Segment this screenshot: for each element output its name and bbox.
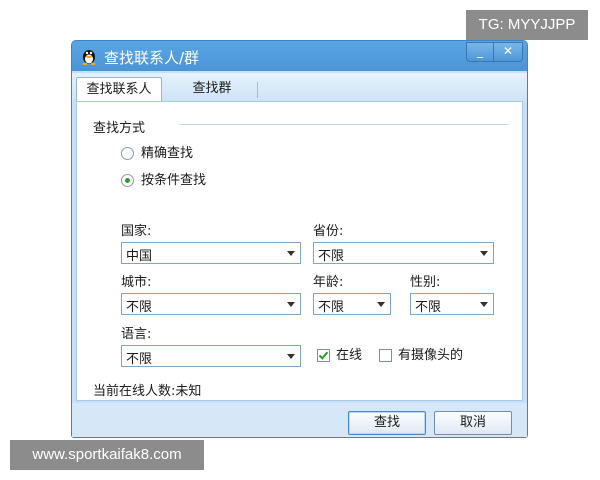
tab-divider [257, 82, 258, 98]
find-contact-window: 查找联系人/群 _ ✕ 查找联系人 查找群 查找方式 精确查找 按条件查找 国家… [71, 40, 528, 438]
button-bar: 查找 取消 [72, 403, 527, 437]
section-divider [179, 124, 509, 125]
tab-find-contact[interactable]: 查找联系人 [76, 77, 162, 103]
province-select[interactable]: 不限 [313, 242, 494, 264]
city-label: 城市: [121, 275, 152, 290]
country-select[interactable]: 中国 [121, 242, 301, 264]
online-checkbox[interactable] [317, 349, 330, 362]
chevron-down-icon [287, 251, 295, 256]
language-label: 语言: [121, 327, 152, 342]
watermark-top: TG: MYYJJPP [466, 10, 588, 40]
webcam-label: 有摄像头的 [398, 348, 464, 363]
country-label: 国家: [121, 224, 152, 239]
webcam-checkbox[interactable] [379, 349, 392, 362]
title-bar[interactable]: 查找联系人/群 _ ✕ [72, 41, 527, 71]
gender-select[interactable]: 不限 [410, 293, 494, 315]
search-mode-label: 查找方式 [93, 121, 146, 136]
age-value: 不限 [318, 300, 345, 315]
chevron-down-icon [377, 302, 385, 307]
province-label: 省份: [313, 224, 344, 239]
province-value: 不限 [318, 249, 345, 264]
gender-label: 性别: [410, 275, 441, 290]
search-panel: 查找方式 精确查找 按条件查找 国家: 中国 省份: 不限 城市: 不限 年龄:… [76, 101, 523, 401]
age-label: 年龄: [313, 275, 344, 290]
language-select[interactable]: 不限 [121, 345, 301, 367]
chevron-down-icon [480, 251, 488, 256]
chevron-down-icon [480, 302, 488, 307]
checkmark-icon [318, 351, 329, 360]
close-button[interactable]: ✕ [493, 42, 523, 62]
window-title: 查找联系人/群 [104, 49, 200, 67]
gender-value: 不限 [415, 300, 442, 315]
minimize-button[interactable]: _ [466, 42, 494, 62]
watermark-bottom: www.sportkaifak8.com [10, 440, 204, 470]
chevron-down-icon [287, 354, 295, 359]
radio-button-selected-icon[interactable] [121, 174, 134, 187]
language-value: 不限 [126, 352, 153, 367]
city-select[interactable]: 不限 [121, 293, 301, 315]
online-label: 在线 [336, 348, 363, 363]
country-value: 中国 [126, 249, 153, 264]
radio-exact-label: 精确查找 [141, 146, 194, 161]
qq-penguin-icon [82, 50, 96, 65]
radio-condition-label: 按条件查找 [141, 173, 207, 188]
find-button[interactable]: 查找 [348, 411, 426, 435]
tab-strip: 查找联系人 查找群 [72, 73, 527, 103]
radio-button-icon[interactable] [121, 147, 134, 160]
tab-find-group[interactable]: 查找群 [172, 77, 252, 101]
cancel-button[interactable]: 取消 [434, 411, 512, 435]
chevron-down-icon [287, 302, 295, 307]
age-select[interactable]: 不限 [313, 293, 391, 315]
city-value: 不限 [126, 300, 153, 315]
online-count-status: 当前在线人数:未知 [93, 384, 202, 399]
